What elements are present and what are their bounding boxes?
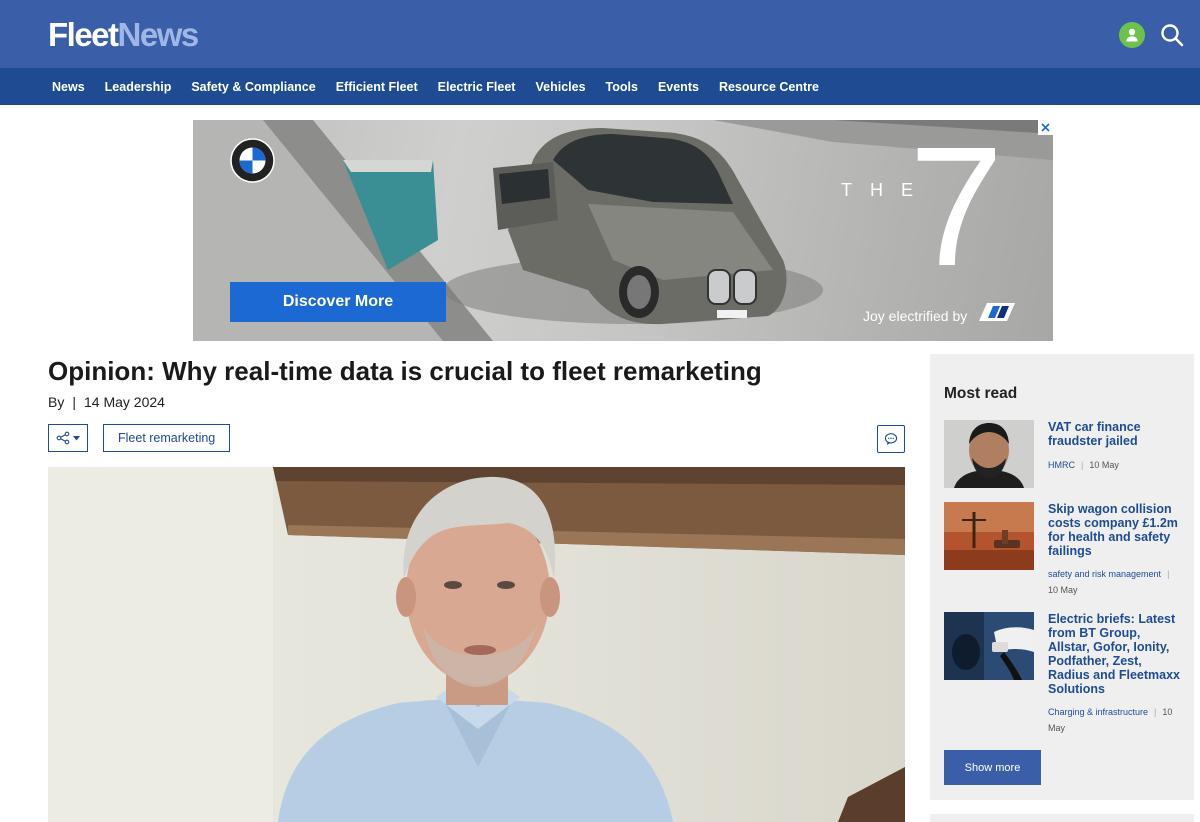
gavel-thumbnail-image <box>944 502 1034 570</box>
ad-close-button[interactable] <box>1038 120 1053 135</box>
sidebar-next-panel <box>930 814 1194 822</box>
most-read-headline[interactable]: Skip wagon collision costs company £1.2m… <box>1048 502 1184 558</box>
show-more-button[interactable]: Show more <box>944 750 1041 785</box>
most-read-category[interactable]: HMRC <box>1048 460 1075 470</box>
main-nav: News Leadership Safety & Compliance Effi… <box>0 68 1200 105</box>
nav-efficient-fleet[interactable]: Efficient Fleet <box>326 80 428 94</box>
ad-discover-more-button[interactable]: Discover More <box>230 282 446 322</box>
site-header: FleetNews <box>0 0 1200 68</box>
most-read-meta: Charging & infrastructure | 10 May <box>1048 704 1184 736</box>
meta-separator: | <box>1154 707 1157 717</box>
most-read-title: Most read <box>944 385 1018 402</box>
most-read-meta: safety and risk management | 10 May <box>1048 566 1184 598</box>
nav-leadership[interactable]: Leadership <box>95 80 182 94</box>
ad-tagline: Joy electrified by <box>863 308 968 324</box>
ad-seven-numeral: 7 <box>909 120 1004 302</box>
nav-safety-compliance[interactable]: Safety & Compliance <box>181 80 325 94</box>
hero-portrait-image <box>48 467 905 822</box>
nav-vehicles[interactable]: Vehicles <box>525 80 595 94</box>
search-icon <box>1161 24 1184 47</box>
user-icon <box>1126 28 1138 42</box>
nav-resource-centre[interactable]: Resource Centre <box>709 80 829 94</box>
most-read-meta: HMRC | 10 May <box>1048 457 1184 473</box>
nav-news[interactable]: News <box>42 80 95 94</box>
mugshot-thumbnail-image <box>944 420 1034 488</box>
ev-charging-thumbnail-image <box>944 612 1034 680</box>
user-account-button[interactable] <box>1119 22 1145 48</box>
most-read-thumbnail[interactable] <box>944 420 1034 488</box>
article-byline: By | 14 May 2024 <box>48 394 165 410</box>
most-read-thumbnail[interactable] <box>944 612 1034 680</box>
nav-events[interactable]: Events <box>648 80 709 94</box>
nav-electric-fleet[interactable]: Electric Fleet <box>428 80 526 94</box>
byline-separator: | <box>72 394 76 410</box>
site-logo[interactable]: FleetNews <box>48 16 200 54</box>
most-read-date: 10 May <box>1089 460 1119 470</box>
caret-down-icon <box>73 435 80 440</box>
bmw-roundel-icon <box>230 138 275 183</box>
article-headline: Opinion: Why real-time data is crucial t… <box>48 356 762 386</box>
comments-button[interactable] <box>877 425 905 453</box>
most-read-item[interactable]: Electric briefs: Latest from BT Group, A… <box>944 612 1184 740</box>
byline-by: By <box>48 394 65 410</box>
most-read-item[interactable]: Skip wagon collision costs company £1.2m… <box>944 502 1184 602</box>
nav-tools[interactable]: Tools <box>596 80 648 94</box>
share-button[interactable] <box>48 424 88 452</box>
most-read-headline[interactable]: Electric briefs: Latest from BT Group, A… <box>1048 612 1184 696</box>
bmw-i-logo-icon <box>979 303 1015 321</box>
most-read-category[interactable]: safety and risk management <box>1048 569 1161 579</box>
bmw-advert-banner[interactable]: Discover More THE 7 Joy electrified by <box>193 120 1053 341</box>
most-read-date: 10 May <box>1048 585 1078 595</box>
tag-fleet-remarketing[interactable]: Fleet remarketing <box>103 424 231 452</box>
most-read-thumbnail[interactable] <box>944 502 1034 570</box>
logo-news: News <box>117 16 200 53</box>
comment-icon <box>884 433 898 445</box>
most-read-panel: Most read VAT car finance fraudster jail… <box>930 354 1194 800</box>
article-hero-image <box>48 467 905 822</box>
share-icon <box>56 431 70 445</box>
logo-fleet: Fleet <box>48 16 119 53</box>
close-icon <box>1041 123 1050 132</box>
most-read-item[interactable]: VAT car finance fraudster jailed HMRC | 10… <box>944 420 1184 492</box>
meta-separator: | <box>1081 460 1084 470</box>
meta-separator: | <box>1167 569 1170 579</box>
bmw-logo <box>230 138 275 183</box>
search-button[interactable] <box>1159 22 1185 48</box>
article-date: 14 May 2024 <box>83 394 165 410</box>
most-read-headline[interactable]: VAT car finance fraudster jailed <box>1048 420 1184 448</box>
most-read-category[interactable]: Charging & infrastructure <box>1048 707 1148 717</box>
